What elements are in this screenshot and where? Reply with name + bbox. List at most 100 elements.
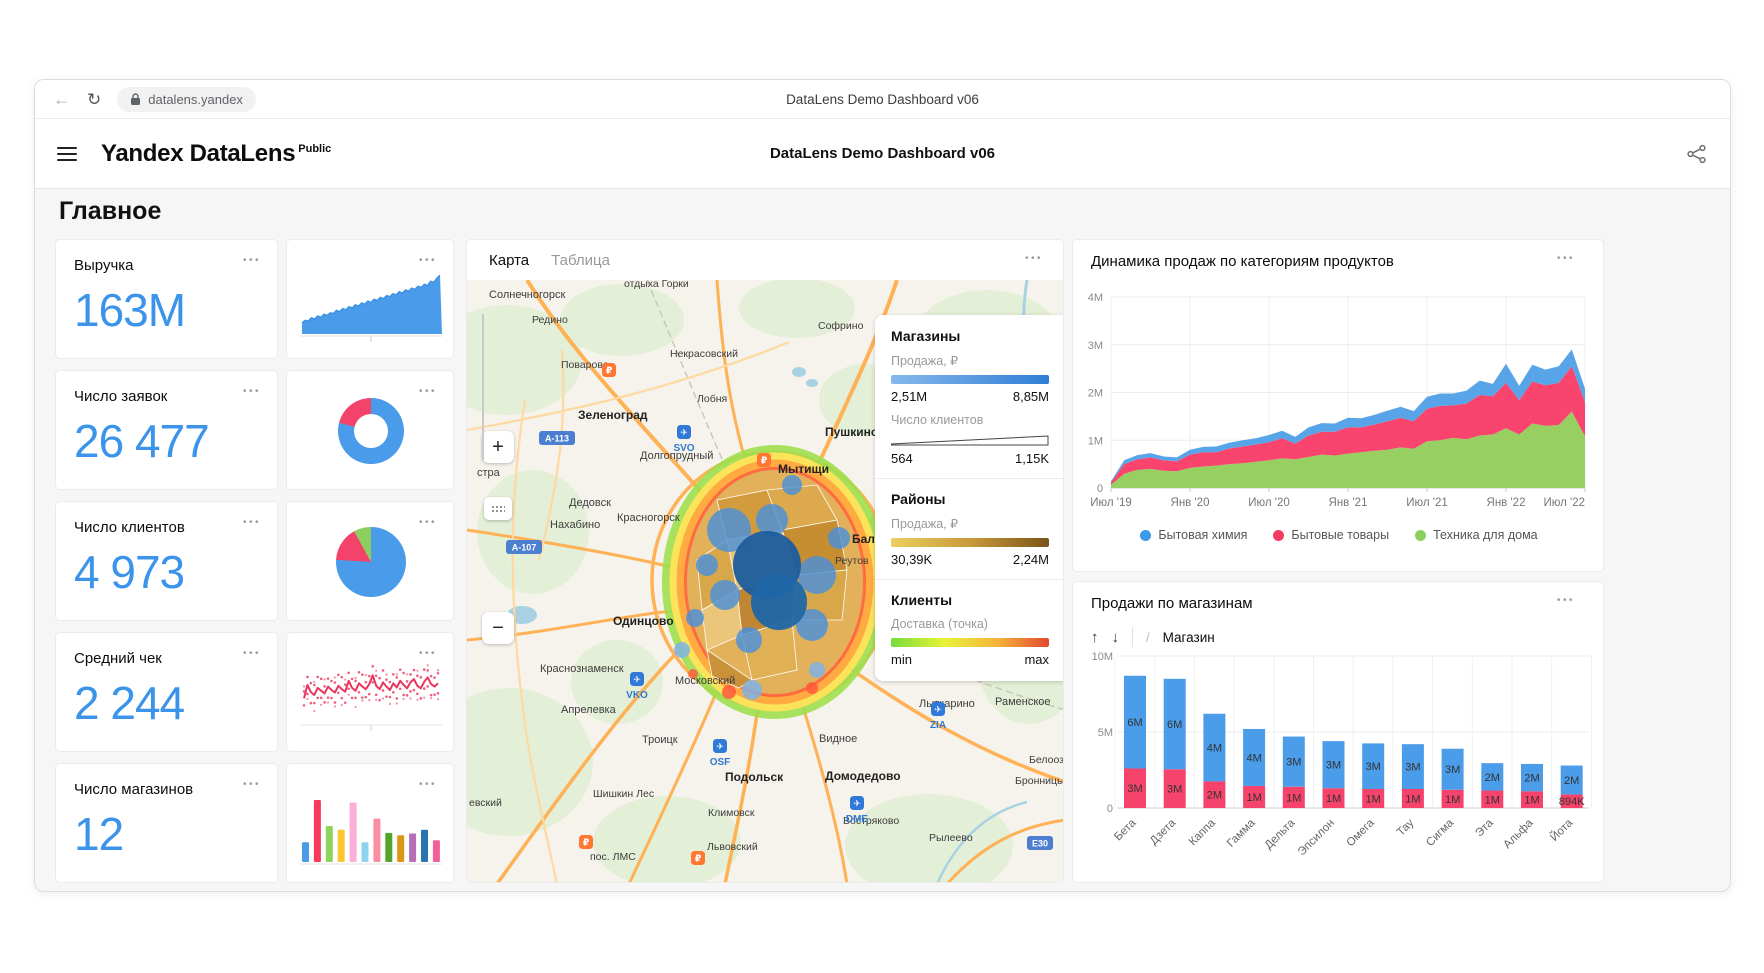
- card-menu-icon[interactable]: •••: [243, 256, 261, 266]
- menu-burger-icon[interactable]: [57, 147, 77, 161]
- map-city-label: Реутов: [835, 555, 869, 567]
- divider: [1132, 627, 1133, 647]
- legend-item[interactable]: Бытовая химия: [1140, 528, 1247, 542]
- svg-text:1M: 1M: [1326, 793, 1341, 805]
- map-city-label: отдыха Горки: [624, 280, 689, 290]
- legend-min: 30,39K: [891, 552, 932, 567]
- map-city-label: Раменское: [995, 696, 1051, 708]
- reload-icon[interactable]: ↻: [87, 91, 101, 108]
- legend-metric-label: Число клиентов: [891, 413, 1049, 427]
- legend-min: 2,51M: [891, 389, 927, 404]
- legend-gradient-districts: [891, 538, 1049, 547]
- card-menu-icon[interactable]: •••: [1557, 596, 1575, 606]
- share-icon[interactable]: [1686, 144, 1708, 164]
- svg-text:3M: 3M: [1405, 762, 1420, 774]
- page: ← ↻ datalens.yandex DataLens Demo Dashbo…: [0, 0, 1764, 973]
- address-bar[interactable]: datalens.yandex: [117, 87, 256, 112]
- legend-label: Бытовые товары: [1291, 528, 1389, 542]
- card-menu-icon[interactable]: •••: [243, 780, 261, 790]
- svg-text:Е30: Е30: [1032, 839, 1048, 849]
- svg-text:3M: 3M: [1326, 760, 1341, 772]
- kpi-value: 2 244: [74, 676, 259, 730]
- clients-pie-chart[interactable]: [336, 527, 406, 597]
- map-city-label: евский: [469, 797, 502, 809]
- kpi-value: 12: [74, 807, 259, 861]
- card-menu-icon[interactable]: •••: [1557, 254, 1575, 264]
- legend-gradient-clients: [891, 638, 1049, 647]
- legend-min: 564: [891, 451, 913, 466]
- svg-text:1M: 1M: [1485, 794, 1500, 806]
- svg-text:✈: ✈: [680, 428, 688, 438]
- map-city-label: пос. ЛМС: [590, 851, 636, 863]
- zoom-in-button[interactable]: +: [482, 431, 514, 463]
- card-menu-icon[interactable]: •••: [243, 649, 261, 659]
- map-city-label: Некрасовский: [670, 348, 738, 360]
- svg-text:Июл '21: Июл '21: [1406, 497, 1448, 509]
- stores-bar-chart[interactable]: [296, 778, 446, 873]
- map-city-label: Поварово: [561, 359, 609, 371]
- breadcrumb-slash: /: [1146, 630, 1150, 645]
- brand-logo[interactable]: Yandex DataLensPublic: [101, 140, 331, 168]
- public-badge: Public: [298, 143, 331, 155]
- map-city-label: Домодедово: [825, 769, 901, 783]
- dynamics-stacked-area-chart[interactable]: 4M3M2M1M0Июл '19Янв '20Июл '20Янв '21Июл…: [1073, 280, 1605, 524]
- breadcrumb-magazin[interactable]: Магазин: [1163, 630, 1215, 645]
- legend-range: 2,51M 8,85M: [891, 389, 1049, 404]
- map-city-label: Рылеево: [929, 832, 973, 844]
- card-menu-icon[interactable]: •••: [243, 518, 261, 528]
- card-menu-icon[interactable]: •••: [1025, 254, 1043, 264]
- back-icon[interactable]: ←: [53, 90, 71, 108]
- legend-item[interactable]: Техника для дома: [1415, 528, 1538, 542]
- map-body: Солнечногорскотдыха ГоркиРединоПоваровоН…: [467, 280, 1064, 883]
- legend-section-title: Магазины: [891, 328, 1049, 344]
- svg-text:3M: 3M: [1127, 783, 1142, 795]
- legend-max: 1,15K: [1015, 451, 1049, 466]
- kpi-card-orders: Число заявок ••• 26 477: [55, 370, 278, 490]
- svg-text:Сигма: Сигма: [1424, 817, 1456, 849]
- sort-asc-icon[interactable]: ↑: [1091, 629, 1099, 646]
- svg-text:2M: 2M: [1088, 388, 1103, 400]
- map-city-label: Солнечногорск: [489, 289, 565, 301]
- legend-label: Техника для дома: [1433, 528, 1538, 542]
- revenue-sparkline-chart[interactable]: [296, 254, 446, 349]
- kpi-label: Выручка: [74, 257, 259, 274]
- browser-chrome: ← ↻ datalens.yandex DataLens Demo Dashbo…: [35, 80, 1730, 119]
- kpi-value: 26 477: [74, 414, 259, 468]
- legend-section-title: Клиенты: [891, 592, 1049, 608]
- svg-text:Альфа: Альфа: [1501, 817, 1536, 852]
- map-city-label: Краснознаменск: [540, 663, 624, 675]
- legend-item[interactable]: Бытовые товары: [1273, 528, 1389, 542]
- avg-check-line-chart[interactable]: [296, 647, 446, 742]
- shops-stacked-bar-chart[interactable]: 10M5M03M6MБета3M6MДзета2M4MКаппа1M4MГамм…: [1073, 648, 1605, 884]
- dynamics-chart-card: Динамика продаж по категориям продуктов …: [1072, 239, 1604, 572]
- legend-size-wedge: [891, 435, 1049, 446]
- svg-text:А-113: А-113: [545, 434, 569, 444]
- orders-donut-chart[interactable]: [338, 398, 404, 464]
- sort-desc-icon[interactable]: ↓: [1112, 629, 1120, 646]
- svg-text:Июл '19: Июл '19: [1090, 497, 1132, 509]
- tab-table[interactable]: Таблица: [551, 252, 610, 269]
- zoom-out-button[interactable]: −: [482, 612, 514, 644]
- svg-text:0: 0: [1107, 803, 1113, 815]
- ruler-button[interactable]: [484, 497, 512, 520]
- svg-text:3M: 3M: [1286, 757, 1301, 769]
- svg-text:✈: ✈: [633, 675, 641, 685]
- svg-text:2M: 2M: [1485, 772, 1500, 784]
- tab-map[interactable]: Карта: [489, 252, 529, 269]
- svg-text:2M: 2M: [1524, 773, 1539, 785]
- kpi-label: Число клиентов: [74, 519, 259, 536]
- svg-text:Дельта: Дельта: [1263, 817, 1298, 852]
- svg-text:VKO: VKO: [626, 690, 648, 701]
- card-menu-icon[interactable]: •••: [243, 387, 261, 397]
- svg-text:✈: ✈: [716, 742, 724, 752]
- legend-max: 2,24M: [1013, 552, 1049, 567]
- legend-max: 8,85M: [1013, 389, 1049, 404]
- kpi-card-revenue: Выручка ••• 163M: [55, 239, 278, 359]
- legend-metric-label: Доставка (точка): [891, 617, 1049, 631]
- app-header: Yandex DataLensPublic DataLens Demo Dash…: [35, 119, 1730, 189]
- svg-text:1M: 1M: [1405, 794, 1420, 806]
- zoom-slider-track[interactable]: [482, 314, 484, 460]
- svg-text:6M: 6M: [1167, 719, 1182, 731]
- svg-text:6M: 6M: [1127, 717, 1142, 729]
- mini-chart-card-avg-check-line: •••: [286, 632, 454, 752]
